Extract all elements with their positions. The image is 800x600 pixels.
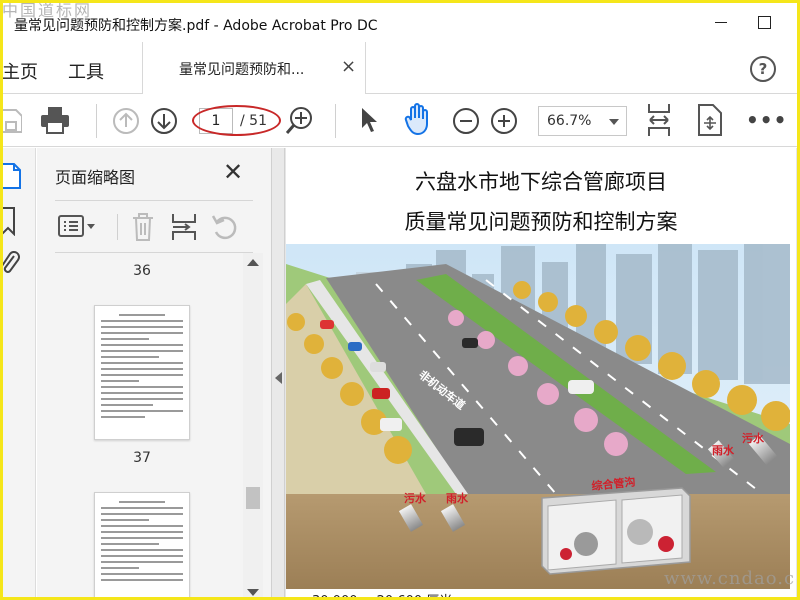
next-page-icon[interactable] [150,107,178,135]
hand-tool-icon[interactable] [402,102,434,136]
more-tools-icon[interactable]: ••• [746,108,787,132]
scroll-down-icon[interactable] [247,589,259,596]
page-thumbnails-panel: 页面缩略图 ✕ 36 37 [37,148,271,600]
minimize-button[interactable] [711,12,731,32]
zoom-in-icon[interactable] [490,107,518,135]
bookmarks-icon[interactable] [0,206,18,236]
zoom-level-value: 66.7% [547,113,592,129]
document-heading-line-1: 六盘水市地下综合管廊项目 [415,170,667,194]
toolbar-separator [96,104,97,138]
utility-tunnel-illustration: 非机动车道 污水 雨水 综合管沟 雨水 污水 [286,244,790,589]
select-cursor-icon[interactable] [360,106,380,134]
document-view[interactable]: 六盘水市地下综合管廊项目 质量常见问题预防和控制方案 非机动车道 污水 雨水 综… [271,148,800,600]
zoom-out-icon[interactable] [452,107,480,135]
close-tab-icon[interactable]: × [341,56,356,77]
main-toolbar: 1 / 51 66.7% ••• [0,94,800,147]
thumbnail-page-36[interactable] [94,305,190,440]
toolbar-separator [335,104,336,138]
thumbnail-page-37[interactable] [94,492,190,600]
chevron-down-icon [609,119,619,125]
site-watermark-bottom: www.cndao.com [664,568,796,589]
save-icon[interactable] [2,108,22,134]
page-thumbnails-icon[interactable] [0,162,22,190]
full-screen-icon[interactable] [697,103,723,137]
document-heading-line-2: 质量常见问题预防和控制方案 [404,210,678,234]
panel-divider [55,200,253,201]
illustration-label-rain-right: 雨水 [712,443,735,457]
panel-divider [55,252,253,253]
previous-page-icon[interactable] [112,107,140,135]
page-highlight-annotation [192,105,281,136]
maximize-button[interactable] [754,12,774,32]
undo-icon[interactable] [211,212,239,242]
panel-collapse-handle[interactable] [271,148,285,600]
document-tab[interactable]: 量常见问题预防和... × [142,42,366,94]
panel-toolbar [37,206,271,246]
thumbnail-options-icon[interactable] [57,214,97,240]
chevron-left-icon [275,372,282,384]
home-tab[interactable]: 主页 [2,58,38,84]
document-tab-label: 量常见问题预防和... [179,62,305,78]
tab-bar: 主页 工具 量常见问题预防和... × ? [0,42,800,94]
zoom-search-icon[interactable] [286,106,314,136]
illustration-label-sewage-right: 污水 [742,431,765,445]
scroll-up-icon[interactable] [247,259,259,266]
illustration-label-rain-left: 雨水 [446,491,469,505]
help-icon[interactable]: ? [750,56,776,82]
pdf-page: 六盘水市地下综合管廊项目 质量常见问题预防和控制方案 非机动车道 污水 雨水 综… [286,148,796,600]
panel-title: 页面缩略图 [55,168,136,187]
page-size-readout: 30.000 × 20.600 厘米 [312,590,452,600]
navigation-rail [0,148,36,600]
title-bar: 中国道标网 量常见问题预防和控制方案.pdf - Adobe Acrobat P… [0,0,800,42]
thumbnail-scrollbar[interactable] [243,253,263,600]
tools-tab[interactable]: 工具 [68,58,104,84]
extract-pages-icon[interactable] [171,212,197,242]
illustration-label-sewage-left: 污水 [404,491,427,505]
print-icon[interactable] [40,106,70,134]
scrollbar-thumb[interactable] [246,487,260,509]
thumbnail-page-number: 36 [133,263,151,279]
zoom-level-select[interactable]: 66.7% [538,106,627,136]
window-title: 量常见问题预防和控制方案.pdf - Adobe Acrobat Pro DC [14,18,378,34]
delete-page-icon[interactable] [131,212,155,242]
thumbnail-page-number: 37 [133,450,151,466]
close-panel-icon[interactable]: ✕ [223,158,243,186]
fit-width-icon[interactable] [646,102,672,138]
attachments-icon[interactable] [0,250,20,280]
panel-toolbar-separator [117,214,118,240]
